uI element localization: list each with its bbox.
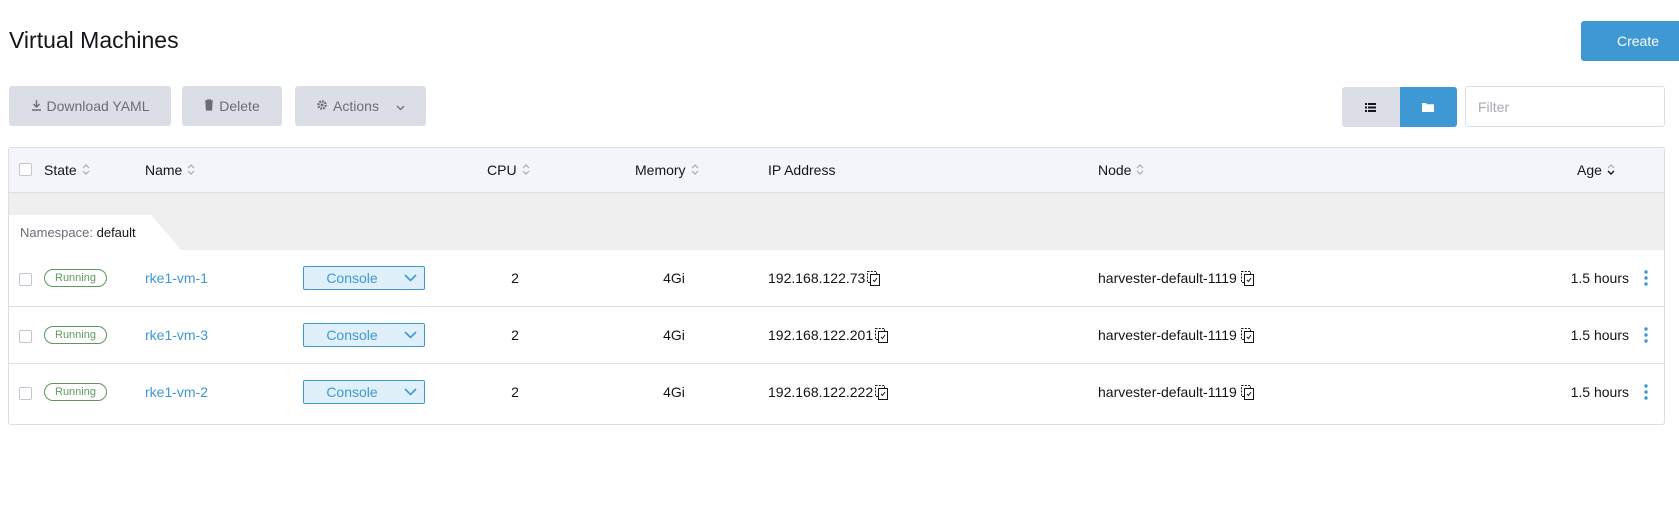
column-header-name[interactable]: Name [145,148,195,192]
column-node-label: Node [1098,162,1132,178]
row-checkbox[interactable] [19,387,32,400]
copy-icon[interactable] [1240,270,1254,286]
node-name: harvester-default-1119 [1098,270,1237,286]
filter-input[interactable] [1465,86,1665,127]
copy-icon[interactable] [867,270,881,286]
sort-icon [522,162,530,178]
console-dropdown[interactable]: Console [303,323,425,347]
age-value: 1.5 hours [1570,270,1629,286]
chevron-down-icon[interactable] [396,388,424,396]
node-name: harvester-default-1119 [1098,327,1237,343]
row-checkbox[interactable] [19,330,32,343]
age-value: 1.5 hours [1570,327,1629,343]
copy-icon[interactable] [875,384,889,400]
chevron-down-icon[interactable] [396,274,424,282]
column-header-state[interactable]: State [44,148,90,192]
column-cpu-label: CPU [487,162,517,178]
table-row: Running rke1-vm-3 Console 2 4Gi 192.168.… [9,307,1664,364]
memory-value: 4Gi [663,327,685,343]
age-value: 1.5 hours [1570,384,1629,400]
actions-label: Actions [333,98,379,114]
column-ip-label: IP Address [768,162,836,178]
cpu-value: 2 [511,384,519,400]
console-dropdown[interactable]: Console [303,266,425,290]
delete-button[interactable]: Delete [182,86,282,126]
gear-icon [316,98,328,114]
ip-address: 192.168.122.201 [768,327,874,343]
trash-icon [204,98,214,114]
table-row: Running rke1-vm-2 Console 2 4Gi 192.168.… [9,364,1664,421]
namespace-prefix: Namespace: [20,225,93,240]
vm-table: State Name CPU Memory IP Address Node Ag… [8,147,1665,425]
column-header-ip-address: IP Address [768,148,835,192]
console-dropdown[interactable]: Console [303,380,425,404]
namespace-group-label: Namespace: default [20,225,136,240]
actions-dropdown-button[interactable]: Actions [295,86,426,126]
cpu-value: 2 [511,270,519,286]
column-state-label: State [44,162,77,178]
list-view-icon [1365,100,1377,115]
flat-list-view-button[interactable] [1342,87,1400,127]
select-all-checkbox[interactable] [19,163,32,176]
ip-address: 192.168.122.73 [768,270,866,286]
column-header-cpu[interactable]: CPU [487,148,530,192]
copy-icon[interactable] [1240,327,1254,343]
view-toggle [1342,87,1457,127]
group-by-namespace-button[interactable] [1399,87,1457,127]
memory-value: 4Gi [663,384,685,400]
node-name: harvester-default-1119 [1098,384,1237,400]
copy-icon[interactable] [1240,384,1254,400]
column-header-node[interactable]: Node [1098,148,1144,192]
vm-name-link[interactable]: rke1-vm-1 [145,270,208,286]
table-row: Running rke1-vm-1 Console 2 4Gi 192.168.… [9,250,1664,307]
memory-value: 4Gi [663,270,685,286]
kebab-icon[interactable] [1644,250,1648,306]
status-badge: Running [44,383,107,401]
console-label: Console [326,327,378,343]
download-icon [31,98,42,114]
folder-view-icon [1422,100,1435,115]
kebab-icon[interactable] [1644,364,1648,420]
create-button[interactable]: Create [1581,21,1679,61]
column-header-memory[interactable]: Memory [635,148,699,192]
chevron-down-icon[interactable] [396,331,424,339]
page-title: Virtual Machines [9,27,179,53]
delete-label: Delete [219,98,260,114]
namespace-value: default [96,225,136,240]
status-badge: Running [44,269,107,287]
column-name-label: Name [145,162,183,178]
namespace-group-header: Namespace: default [9,193,1664,250]
sort-desc-icon [1607,162,1615,178]
sort-icon [1136,162,1144,178]
sort-icon [187,162,195,178]
console-label: Console [326,384,378,400]
download-yaml-button[interactable]: Download YAML [9,86,171,126]
console-label: Console [326,270,378,286]
kebab-icon[interactable] [1644,307,1648,363]
column-header-age[interactable]: Age [1577,148,1615,192]
copy-icon[interactable] [875,327,889,343]
status-badge: Running [44,326,107,344]
download-yaml-label: Download YAML [46,98,150,114]
sort-icon [691,162,699,178]
cpu-value: 2 [511,327,519,343]
column-memory-label: Memory [635,162,686,178]
row-checkbox[interactable] [19,273,32,286]
ip-address: 192.168.122.222 [768,384,874,400]
sort-icon [82,162,90,178]
column-age-label: Age [1577,162,1602,178]
chevron-down-icon [396,98,405,114]
vm-name-link[interactable]: rke1-vm-2 [145,384,208,400]
vm-name-link[interactable]: rke1-vm-3 [145,327,208,343]
table-header: State Name CPU Memory IP Address Node Ag… [9,148,1664,193]
